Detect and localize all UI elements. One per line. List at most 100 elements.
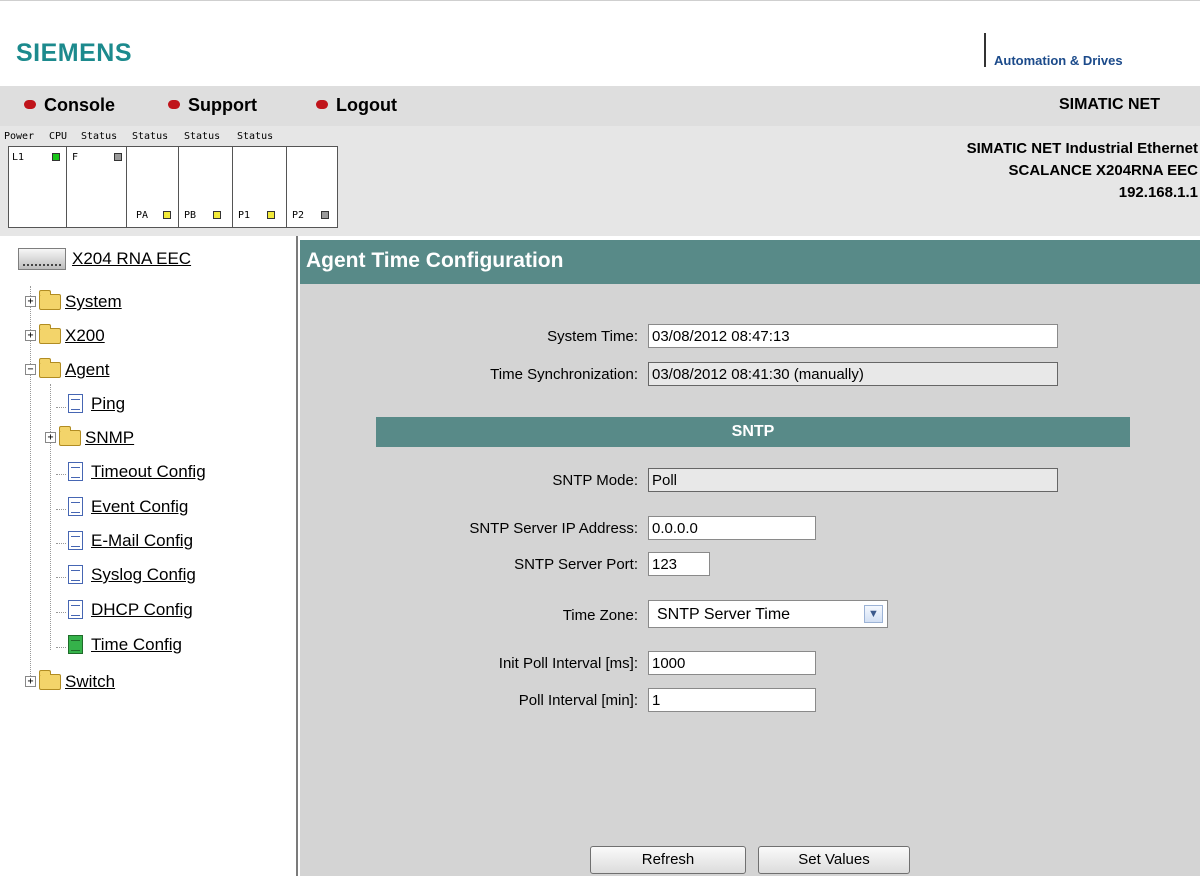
nav-console-label: Console — [44, 95, 116, 115]
tree-item-ping[interactable]: Ping — [68, 394, 125, 418]
tree-item-label[interactable]: Time Config — [91, 635, 182, 654]
led-label-status: Status — [132, 131, 169, 142]
folder-icon — [39, 290, 61, 310]
tree-item-label[interactable]: DHCP Config — [91, 600, 193, 619]
folder-icon — [39, 670, 61, 690]
led-cell-power: L1 — [9, 147, 67, 227]
tree-item-label[interactable]: E-Mail Config — [91, 531, 193, 550]
tree-item-syslog-config[interactable]: Syslog Config — [68, 565, 196, 589]
time-zone-value: SNTP Server Time — [657, 606, 791, 623]
time-zone-label: Time Zone: — [562, 607, 638, 624]
tree-guide-line — [56, 612, 66, 613]
product-line: SIMATIC NET — [1058, 96, 1160, 113]
cpu-led-icon — [114, 153, 122, 161]
set-values-button[interactable]: Set Values — [758, 846, 910, 874]
refresh-button[interactable]: Refresh — [590, 846, 746, 874]
tree-item-label[interactable]: Timeout Config — [91, 462, 206, 481]
tree-item-x200[interactable]: + X200 — [24, 324, 105, 350]
sntp-port-label: SNTP Server Port: — [514, 556, 638, 573]
tree-item-switch[interactable]: + Switch — [24, 670, 115, 696]
led-label-status: Status — [184, 131, 221, 142]
tree-item-system[interactable]: + System — [24, 290, 122, 316]
tree-root[interactable]: X204 RNA EEC — [18, 248, 191, 270]
tree-item-label[interactable]: Syslog Config — [91, 565, 196, 584]
port-p2-label: P2 — [292, 210, 305, 221]
tree-item-label[interactable]: Switch — [65, 672, 115, 691]
nav-console[interactable]: Console — [24, 95, 115, 116]
page-icon — [68, 462, 83, 481]
led-panel: L1 F PA PB P1 P2 — [8, 146, 338, 228]
tree-item-label[interactable]: SNMP — [85, 428, 134, 447]
tree-root-label[interactable]: X204 RNA EEC — [72, 249, 191, 268]
tree-item-time-config[interactable]: Time Config — [68, 635, 182, 659]
expand-icon[interactable]: + — [25, 296, 36, 307]
tree-item-timeout-config[interactable]: Timeout Config — [68, 462, 206, 486]
main-content: Agent Time Configuration System Time: 03… — [300, 240, 1200, 876]
sntp-mode-label: SNTP Mode: — [552, 472, 638, 489]
led-cell-pa: PA — [127, 147, 179, 227]
tree-item-agent[interactable]: − Agent — [24, 358, 109, 384]
device-status-bar: Power CPU Status Status Status Status L1… — [0, 126, 1200, 236]
expand-icon[interactable]: + — [45, 432, 56, 443]
active-page-icon — [68, 635, 83, 654]
led-label-power: Power — [4, 131, 35, 142]
page-icon — [68, 565, 83, 584]
time-sync-label: Time Synchronization: — [490, 366, 638, 383]
tree-item-label[interactable]: Event Config — [91, 497, 188, 516]
tree-item-dhcp-config[interactable]: DHCP Config — [68, 600, 193, 624]
port-pa-label: PA — [136, 210, 149, 221]
expand-icon[interactable]: + — [25, 676, 36, 687]
page-icon — [68, 394, 83, 413]
nav-support-label: Support — [188, 95, 257, 115]
navigation-tree: X204 RNA EEC + System + X200 − Agent Pin… — [0, 236, 298, 876]
port-pb-led-icon — [213, 211, 221, 219]
sntp-section-header: SNTP — [376, 417, 1130, 447]
top-navigation: Console Support Logout SIMATIC NET — [0, 86, 1200, 126]
nav-logout[interactable]: Logout — [316, 95, 397, 116]
led-cell-pb: PB — [179, 147, 233, 227]
expand-icon[interactable]: + — [25, 330, 36, 341]
time-zone-select[interactable]: SNTP Server Time ▼ — [648, 600, 888, 628]
sntp-port-input[interactable]: 123 — [648, 552, 710, 576]
time-sync-field: 03/08/2012 08:41:30 (manually) — [648, 362, 1058, 386]
sntp-ip-label: SNTP Server IP Address: — [469, 520, 638, 537]
tree-item-label[interactable]: Ping — [91, 394, 125, 413]
tree-guide-line — [56, 647, 66, 648]
tree-guide-line — [56, 474, 66, 475]
device-info: SIMATIC NET Industrial Ethernet SCALANCE… — [967, 138, 1198, 204]
bullet-icon — [168, 100, 180, 109]
page-title: Agent Time Configuration — [300, 240, 1200, 284]
tree-item-snmp[interactable]: + SNMP — [44, 426, 134, 452]
device-family: SIMATIC NET Industrial Ethernet — [966, 140, 1198, 157]
led-label-cpu: CPU — [49, 131, 68, 142]
tree-item-event-config[interactable]: Event Config — [68, 497, 188, 521]
tree-guide-line — [56, 407, 66, 408]
siemens-logo: SIEMENS — [16, 39, 133, 67]
tree-guide-line — [56, 577, 66, 578]
page-icon — [68, 531, 83, 550]
led-cpu-label: F — [72, 152, 79, 163]
nav-support[interactable]: Support — [168, 95, 257, 116]
init-poll-label: Init Poll Interval [ms]: — [498, 655, 638, 672]
tree-item-label[interactable]: System — [65, 292, 122, 311]
chevron-down-icon[interactable]: ▼ — [864, 605, 883, 623]
folder-icon — [59, 426, 81, 446]
led-cell-p1: P1 — [233, 147, 287, 227]
tree-item-label[interactable]: X200 — [65, 326, 105, 345]
port-pa-led-icon — [163, 211, 171, 219]
port-p1-label: P1 — [238, 210, 251, 221]
brand-label: Automation & Drives — [994, 53, 1123, 68]
poll-interval-input[interactable]: 1 — [648, 688, 816, 712]
bullet-icon — [24, 100, 36, 109]
tree-item-label[interactable]: Agent — [65, 360, 109, 379]
port-p2-led-icon — [321, 211, 329, 219]
led-cell-p2: P2 — [287, 147, 337, 227]
power-led-icon — [52, 153, 60, 161]
system-time-label: System Time: — [547, 328, 638, 345]
init-poll-input[interactable]: 1000 — [648, 651, 816, 675]
system-time-input[interactable]: 03/08/2012 08:47:13 — [648, 324, 1058, 348]
collapse-icon[interactable]: − — [25, 364, 36, 375]
tree-item-email-config[interactable]: E-Mail Config — [68, 531, 193, 555]
tree-guide-line — [56, 509, 66, 510]
sntp-ip-input[interactable]: 0.0.0.0 — [648, 516, 816, 540]
